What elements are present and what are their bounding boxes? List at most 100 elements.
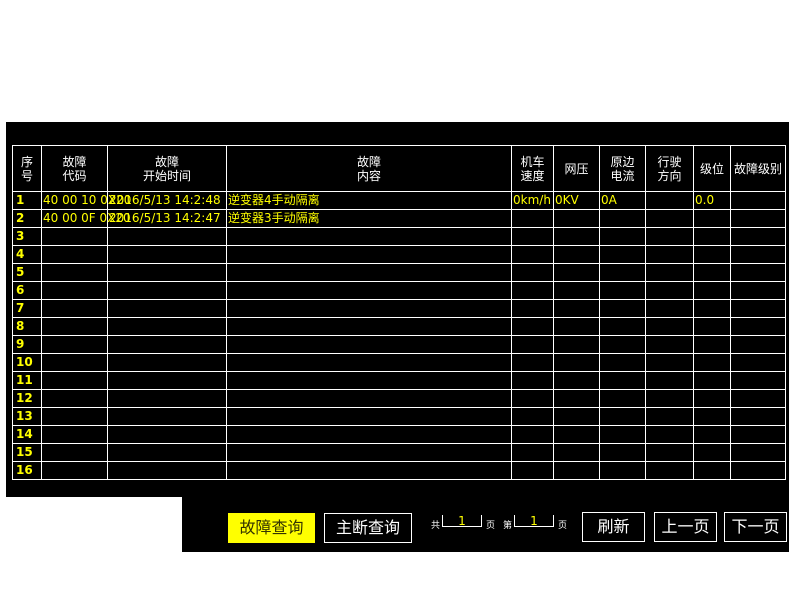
cell-primary-current xyxy=(599,389,646,408)
cell-notch xyxy=(693,389,731,408)
cell-primary-current xyxy=(599,227,646,246)
fault-record-panel: 序 号故障 代码 故障 开始时间 故障 内容 机车 速度 网压 原边 电流 行驶 方向 级位故… xyxy=(6,122,789,497)
current-page-prefix: 第 xyxy=(503,521,513,531)
cell-level xyxy=(730,227,786,246)
cell-fault-code xyxy=(41,281,108,300)
table-header-row: 序 号故障 代码 故障 开始时间 故障 内容 机车 速度 网压 原边 电流 行驶 方向 级位故… xyxy=(12,145,786,192)
cell-primary-current xyxy=(599,461,646,480)
cell-primary-current xyxy=(599,371,646,390)
prev-page-button[interactable]: 上一页 xyxy=(654,512,717,542)
header-content: 故障 内容 xyxy=(226,145,512,192)
cell-speed xyxy=(511,317,554,336)
table-row[interactable]: 9 xyxy=(12,335,786,354)
refresh-button[interactable]: 刷新 xyxy=(582,512,645,542)
cell-notch xyxy=(693,371,731,390)
total-pages-prefix: 共 xyxy=(431,521,441,531)
table-row[interactable]: 14 xyxy=(12,425,786,444)
cell-level xyxy=(730,371,786,390)
cell-level xyxy=(730,389,786,408)
cell-fault-code xyxy=(41,443,108,462)
table-row[interactable]: 15 xyxy=(12,443,786,462)
cell-voltage xyxy=(553,299,600,318)
cell-index: 3 xyxy=(12,227,42,246)
cell-start-time xyxy=(107,245,227,264)
header-speed: 机车 速度 xyxy=(511,145,554,192)
current-page-input[interactable]: 1 xyxy=(514,515,554,527)
cell-start-time xyxy=(107,425,227,444)
cell-start-time xyxy=(107,461,227,480)
cell-primary-current xyxy=(599,335,646,354)
table-row[interactable]: 4 xyxy=(12,245,786,264)
cell-fault-code: 40 00 0F 0X20 xyxy=(41,209,131,228)
cell-level xyxy=(730,281,786,300)
fault-query-button[interactable]: 故障查询 xyxy=(228,513,315,543)
table-row[interactable]: 11 xyxy=(12,371,786,390)
cell-level xyxy=(730,425,786,444)
table-row[interactable]: 16 xyxy=(12,461,786,480)
table-row[interactable]: 3 xyxy=(12,227,786,246)
table-body: 1 40 00 10 0X20 2016/5/13 14:2:48 逆变器4手动隔离 0… xyxy=(12,191,786,480)
cell-voltage xyxy=(553,353,600,372)
next-page-button[interactable]: 下一页 xyxy=(724,512,787,542)
table-row[interactable]: 1 40 00 10 0X20 2016/5/13 14:2:48 逆变器4手动隔离 0… xyxy=(12,191,786,210)
cell-start-time xyxy=(107,407,227,426)
table-row[interactable]: 7 xyxy=(12,299,786,318)
header-level: 故障级别 xyxy=(730,145,786,192)
cell-voltage xyxy=(553,227,600,246)
cell-speed: 0km/h xyxy=(511,191,554,210)
cell-index: 7 xyxy=(12,299,42,318)
cell-direction xyxy=(645,281,694,300)
cell-fault-code xyxy=(41,407,108,426)
cell-fault-code xyxy=(41,299,108,318)
cell-level xyxy=(730,443,786,462)
cell-index: 2 xyxy=(12,209,42,228)
header-index: 序 号 xyxy=(12,145,42,192)
table-row[interactable]: 5 xyxy=(12,263,786,282)
cell-level xyxy=(730,317,786,336)
main-break-query-button[interactable]: 主断查询 xyxy=(324,513,412,543)
cell-start-time xyxy=(107,299,227,318)
table-row[interactable]: 10 xyxy=(12,353,786,372)
cell-content xyxy=(226,335,512,354)
cell-primary-current xyxy=(599,281,646,300)
cell-voltage xyxy=(553,209,600,228)
header-direction: 行驶 方向 xyxy=(645,145,694,192)
cell-fault-code xyxy=(41,425,108,444)
cell-speed xyxy=(511,209,554,228)
cell-start-time: 2016/5/13 14:2:47 xyxy=(107,209,227,228)
cell-direction xyxy=(645,389,694,408)
cell-content xyxy=(226,389,512,408)
table-row[interactable]: 8 xyxy=(12,317,786,336)
cell-speed xyxy=(511,281,554,300)
cell-level xyxy=(730,461,786,480)
cell-start-time xyxy=(107,281,227,300)
cell-start-time xyxy=(107,317,227,336)
cell-content xyxy=(226,245,512,264)
bottom-toolbar: 故障查询 主断查询 共 1 页 第 1 页 刷新 上一页 下一页 xyxy=(182,497,789,552)
cell-level xyxy=(730,299,786,318)
cell-direction xyxy=(645,191,694,210)
table-row[interactable]: 6 xyxy=(12,281,786,300)
cell-speed xyxy=(511,245,554,264)
cell-speed xyxy=(511,353,554,372)
cell-level xyxy=(730,263,786,282)
table-row[interactable]: 12 xyxy=(12,389,786,408)
table-row[interactable]: 13 xyxy=(12,407,786,426)
table-row[interactable]: 2 40 00 0F 0X20 2016/5/13 14:2:47 逆变器3手动隔离 xyxy=(12,209,786,228)
cell-direction xyxy=(645,335,694,354)
cell-speed xyxy=(511,407,554,426)
cell-content xyxy=(226,443,512,462)
cell-level xyxy=(730,407,786,426)
cell-fault-code: 40 00 10 0X20 xyxy=(41,191,131,210)
cell-fault-code xyxy=(41,227,108,246)
fault-table: 序 号故障 代码 故障 开始时间 故障 内容 机车 速度 网压 原边 电流 行驶 方向 级位故… xyxy=(12,145,786,480)
cell-start-time xyxy=(107,263,227,282)
cell-level xyxy=(730,191,786,210)
cell-notch xyxy=(693,245,731,264)
cell-content xyxy=(226,281,512,300)
cell-voltage xyxy=(553,461,600,480)
cell-speed xyxy=(511,299,554,318)
cell-fault-code xyxy=(41,371,108,390)
cell-fault-code xyxy=(41,317,108,336)
cell-index: 5 xyxy=(12,263,42,282)
